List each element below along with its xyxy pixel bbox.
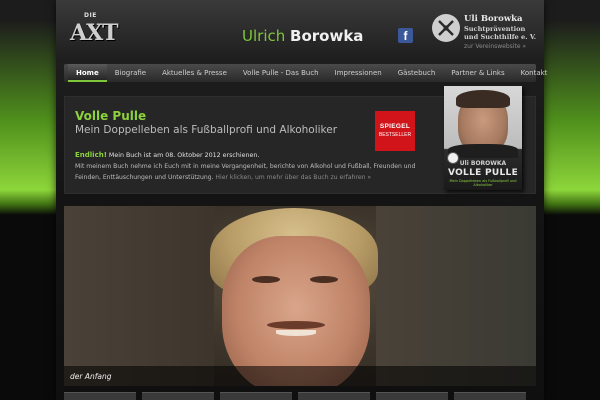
site-title-last: Borowka: [290, 27, 364, 45]
die-axt-logo[interactable]: DIE AXT: [68, 12, 126, 50]
badge-line-2: BESTSELLER: [378, 132, 412, 138]
organisation-name: Uli Borowka: [464, 14, 523, 24]
site-container: DIE AXT Ulrich Borowka f Uli Borowka Suc…: [56, 0, 547, 400]
promo-release-text: Endlich! Mein Buch ist am 08. Oktober 20…: [75, 151, 259, 159]
hero-portrait-eye-right: [310, 276, 338, 283]
hero-portrait-smile: [276, 330, 316, 336]
hero-portrait-moustache: [267, 321, 325, 329]
hero-background-right: [376, 206, 536, 386]
logo-small-text: DIE: [84, 12, 97, 19]
organisation-subtitle-2: und Suchthilfe e. V.: [464, 33, 537, 41]
promo-read-more-link[interactable]: Hier klicken, um mehr über das Buch zu e…: [213, 174, 371, 181]
organisation-block[interactable]: Uli Borowka Suchtprävention und Suchthil…: [432, 14, 542, 54]
site-title[interactable]: Ulrich Borowka: [242, 27, 363, 45]
badge-line-1: SPIEGEL: [379, 123, 411, 130]
logo-big-text: AXT: [70, 20, 119, 46]
organisation-subtitle-1: Suchtprävention: [464, 25, 526, 33]
promo-heading: Volle Pulle: [75, 109, 147, 123]
hero-caption-bar: [64, 366, 536, 386]
nav-item-impressionen[interactable]: Impressionen: [327, 64, 390, 82]
nav-item-gaestebuch[interactable]: Gästebuch: [390, 64, 444, 82]
hero-background-left: [64, 206, 214, 386]
promo-highlight: Endlich!: [75, 151, 107, 159]
thumbnail[interactable]: [64, 392, 136, 400]
thumbnail[interactable]: [454, 392, 526, 400]
nav-item-partner[interactable]: Partner & Links: [443, 64, 512, 82]
promo-description-2-text: Feinden, Enttäuschungen und Unterstützun…: [75, 174, 214, 181]
organisation-emblem-icon: [432, 14, 460, 42]
facebook-icon[interactable]: f: [398, 28, 413, 43]
promo-description-2: Feinden, Enttäuschungen und Unterstützun…: [75, 174, 371, 181]
spiegel-bestseller-badge: SPIEGEL BESTSELLER: [375, 111, 415, 151]
thumbnail[interactable]: [298, 392, 370, 400]
hero-portrait-face: [222, 236, 370, 386]
thumbnail[interactable]: [376, 392, 448, 400]
thumbnail-strip: [64, 392, 536, 400]
thumbnail[interactable]: [220, 392, 292, 400]
nav-item-aktuelles[interactable]: Aktuelles & Presse: [154, 64, 235, 82]
book-cover-subtitle: Mein Doppelleben als Fußballprofi und Al…: [449, 179, 517, 187]
book-cover-image[interactable]: Uli BOROWKA VOLLE PULLE Mein Doppelleben…: [444, 86, 522, 190]
promo-description-1: Mit meinem Buch nehme ich Euch mit in me…: [75, 163, 416, 170]
book-cover-hair: [456, 90, 510, 108]
hero-slideshow-image[interactable]: der Anfang: [64, 206, 536, 386]
nav-item-buch[interactable]: Volle Pulle - Das Buch: [235, 64, 327, 82]
nav-item-kontakt[interactable]: Kontakt: [513, 64, 556, 82]
book-cover-author: Uli BOROWKA: [459, 160, 507, 167]
nav-item-biografie[interactable]: Biografie: [107, 64, 154, 82]
promo-subtitle: Mein Doppelleben als Fußballprofi und Al…: [75, 124, 338, 136]
organisation-website-link[interactable]: zur Vereinswebsite »: [464, 43, 526, 50]
site-title-first: Ulrich: [242, 27, 286, 45]
hero-caption: der Anfang: [70, 372, 112, 381]
promo-release-date: Mein Buch ist am 08. Oktober 2012 erschi…: [106, 152, 260, 159]
nav-item-home[interactable]: Home: [68, 64, 107, 82]
main-navigation: Home Biografie Aktuelles & Presse Volle …: [64, 64, 547, 82]
hero-portrait-eye-left: [252, 276, 280, 283]
thumbnail[interactable]: [142, 392, 214, 400]
book-cover-title: VOLLE PULLE: [447, 168, 519, 178]
